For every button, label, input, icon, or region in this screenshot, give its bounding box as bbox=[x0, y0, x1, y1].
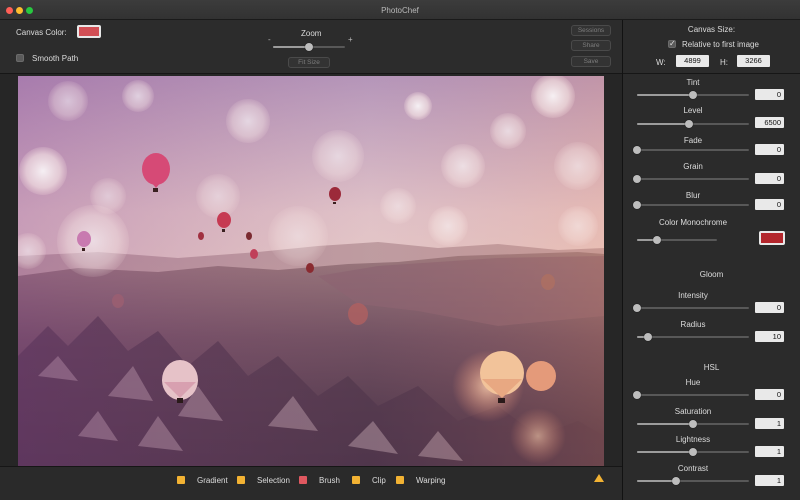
hue-label: Hue bbox=[685, 378, 701, 387]
gloom-title: Gloom bbox=[699, 270, 724, 279]
photo-canvas[interactable] bbox=[18, 76, 604, 466]
canvas-area bbox=[0, 74, 622, 466]
fade-value-field[interactable]: 0 bbox=[755, 144, 784, 155]
canvas-color-swatch[interactable] bbox=[77, 25, 101, 38]
sessions-button[interactable]: Sessions bbox=[571, 25, 611, 36]
tint-slider[interactable] bbox=[637, 91, 749, 99]
warping-color-icon bbox=[396, 476, 404, 484]
hsl-title: HSL bbox=[703, 363, 720, 372]
level-label: Level bbox=[683, 106, 703, 115]
gradient-color-icon bbox=[177, 476, 185, 484]
zoom-slider[interactable] bbox=[273, 43, 345, 51]
height-label: H: bbox=[720, 58, 728, 67]
fit-size-button[interactable]: Fit Size bbox=[288, 57, 330, 68]
color-monochrome-swatch[interactable] bbox=[759, 231, 785, 245]
tool-clip-label: Clip bbox=[372, 476, 386, 485]
zoom-label: Zoom bbox=[301, 29, 322, 38]
grain-value-field[interactable]: 0 bbox=[755, 173, 784, 184]
intensity-slider[interactable] bbox=[633, 304, 749, 312]
grain-label: Grain bbox=[683, 162, 703, 171]
relative-to-first-image-checkbox[interactable] bbox=[668, 39, 676, 48]
hue-slider[interactable] bbox=[633, 391, 749, 399]
lightness-slider[interactable] bbox=[637, 448, 749, 456]
brush-color-icon bbox=[299, 476, 307, 484]
saturation-slider[interactable] bbox=[637, 420, 749, 428]
radius-label: Radius bbox=[680, 320, 706, 329]
contrast-label: Contrast bbox=[677, 464, 709, 473]
canvas-size-title: Canvas Size: bbox=[687, 25, 736, 34]
blur-slider[interactable] bbox=[633, 201, 749, 209]
tool-brush-label: Brush bbox=[319, 476, 340, 485]
zoom-in-icon[interactable]: + bbox=[348, 35, 353, 44]
tool-gradient-label: Gradient bbox=[197, 476, 228, 485]
intensity-label: Intensity bbox=[678, 291, 708, 300]
lightness-value-field[interactable]: 1 bbox=[755, 446, 784, 457]
warning-triangle-icon[interactable] bbox=[594, 474, 604, 482]
width-field[interactable]: 4899 bbox=[676, 55, 709, 67]
balloon-landscape-image bbox=[18, 76, 604, 466]
hue-value-field[interactable]: 0 bbox=[755, 389, 784, 400]
adjustments-sidebar: Canvas Size: Relative to first image W: … bbox=[623, 20, 800, 500]
color-monochrome-slider[interactable] bbox=[637, 236, 717, 244]
canvas-color-label: Canvas Color: bbox=[16, 28, 67, 37]
color-monochrome-label: Color Monochrome bbox=[658, 218, 728, 227]
smooth-path-label: Smooth Path bbox=[32, 54, 79, 63]
grain-slider[interactable] bbox=[633, 175, 749, 183]
canvas-size-section: Canvas Size: Relative to first image W: … bbox=[623, 20, 800, 74]
bottom-toolbar: Gradient Selection Brush Clip Warping bbox=[0, 466, 622, 500]
window-title: PhotoChef bbox=[381, 6, 419, 15]
blur-value-field[interactable]: 0 bbox=[755, 199, 784, 210]
top-toolbar: Canvas Color: Smooth Path Zoom - + Fit S… bbox=[0, 20, 622, 74]
saturation-value-field[interactable]: 1 bbox=[755, 418, 784, 429]
radius-slider[interactable] bbox=[637, 333, 749, 341]
lightness-label: Lightness bbox=[675, 435, 711, 444]
intensity-value-field[interactable]: 0 bbox=[755, 302, 784, 313]
zoom-out-icon[interactable]: - bbox=[268, 35, 271, 44]
tool-warping-label: Warping bbox=[416, 476, 446, 485]
selection-color-icon bbox=[237, 476, 245, 484]
blur-label: Blur bbox=[685, 191, 701, 200]
tint-value-field[interactable]: 0 bbox=[755, 89, 784, 100]
height-field[interactable]: 3266 bbox=[737, 55, 770, 67]
contrast-slider[interactable] bbox=[637, 477, 749, 485]
level-slider[interactable] bbox=[637, 120, 749, 128]
tool-selection-label: Selection bbox=[257, 476, 290, 485]
contrast-value-field[interactable]: 1 bbox=[755, 475, 784, 486]
tint-label: Tint bbox=[686, 78, 700, 87]
saturation-label: Saturation bbox=[674, 407, 712, 416]
level-value-field[interactable]: 6500 bbox=[755, 117, 784, 128]
width-label: W: bbox=[656, 58, 666, 67]
radius-value-field[interactable]: 10 bbox=[755, 331, 784, 342]
share-button[interactable]: Share bbox=[571, 40, 611, 51]
save-button[interactable]: Save bbox=[571, 56, 611, 67]
window-titlebar: PhotoChef bbox=[0, 0, 800, 20]
clip-color-icon bbox=[352, 476, 360, 484]
smooth-path-checkbox[interactable] bbox=[16, 54, 24, 62]
fade-slider[interactable] bbox=[633, 146, 749, 154]
relative-to-first-image-label: Relative to first image bbox=[682, 40, 759, 49]
fade-label: Fade bbox=[683, 136, 703, 145]
